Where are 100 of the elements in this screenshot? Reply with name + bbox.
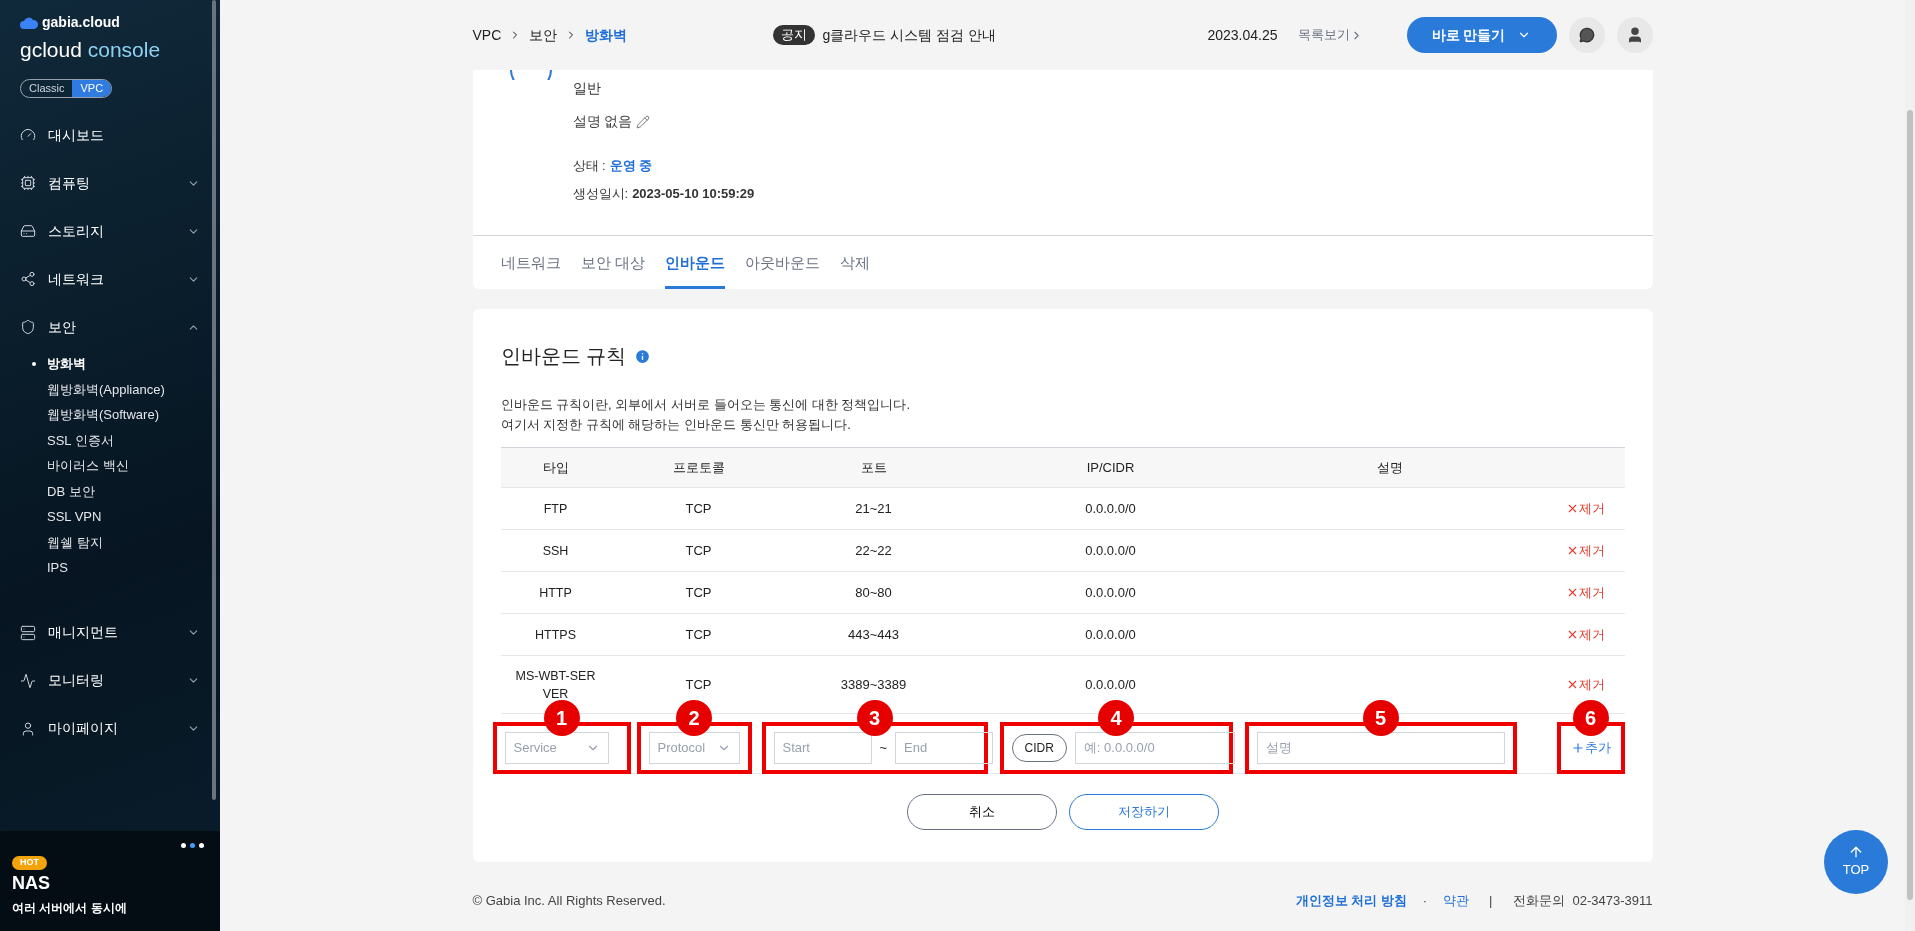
submenu-item[interactable]: 웹방화벽(Software): [0, 402, 220, 428]
description-text: 설명 없음: [572, 112, 633, 131]
tab[interactable]: 보안 대상: [580, 251, 645, 289]
menu-item[interactable]: 컴퓨팅: [0, 159, 220, 208]
table-cell-text: HTTP: [538, 584, 573, 602]
submenu-item[interactable]: DB 보안: [0, 478, 220, 505]
menu-item-icon: [20, 175, 36, 192]
callout-number: 2: [676, 699, 712, 736]
tab[interactable]: 삭제: [839, 251, 870, 289]
info-icon: [634, 347, 652, 365]
tab[interactable]: 인바운드: [664, 251, 725, 289]
chat-button[interactable]: [1568, 17, 1605, 53]
submenu-item[interactable]: SSL VPN: [0, 504, 220, 530]
plus-icon: [1570, 740, 1585, 755]
brand-name: gabia.cloud: [42, 13, 120, 32]
menu-item[interactable]: 네트워크: [0, 255, 220, 304]
table-cell-text: HTTPS: [534, 626, 577, 644]
product-suffix: console: [87, 38, 161, 61]
table-cell-text: 0.0.0.0/0: [1084, 583, 1137, 602]
add-link[interactable]: 추가: [1570, 737, 1611, 758]
footer-dot: ·: [1422, 892, 1428, 911]
table-cell-text: SSH: [541, 542, 570, 560]
notice-date: 2023.04.25: [1207, 25, 1278, 45]
submenu-item[interactable]: 방화벽: [0, 351, 220, 377]
tab[interactable]: 아웃바운드: [744, 251, 820, 289]
promo-banner[interactable]: HOT NAS 여러 서버에서 동시에: [0, 831, 220, 931]
table-cell-text: TCP: [684, 499, 713, 518]
menu-item-label: 모니터링: [48, 671, 105, 691]
hot-badge: HOT: [12, 856, 47, 870]
banner-text: 여러 서버에서 동시에: [12, 899, 128, 917]
table-cell-text: TCP: [684, 583, 713, 602]
phone-label: 전화문의: [1512, 892, 1565, 911]
submenu-item[interactable]: 바이러스 백신: [0, 453, 220, 479]
notice-list-link[interactable]: 목록보기: [1297, 25, 1363, 45]
menu-item-label: 마이페이지: [48, 719, 119, 739]
menu-item[interactable]: 마이페이지: [0, 704, 220, 753]
terms-link[interactable]: 약관: [1443, 891, 1470, 911]
menu-item[interactable]: 매니지먼트: [0, 608, 220, 657]
mode-toggle-option[interactable]: Classic: [21, 80, 73, 97]
created-value: 2023-05-10 10:59:29: [632, 184, 755, 203]
callout-number: 1: [543, 699, 580, 736]
remove-link[interactable]: 제거: [1565, 624, 1605, 645]
submenu-item[interactable]: IPS: [0, 555, 220, 581]
create-button[interactable]: 바로 만들기: [1406, 17, 1557, 53]
status-label: 상태 :: [572, 157, 606, 175]
table-cell-text: TCP: [684, 625, 713, 644]
notice-badge: 공지: [772, 25, 815, 45]
description-field[interactable]: 설명: [1256, 731, 1505, 764]
status-value: 운영 중: [609, 157, 653, 175]
breadcrumb-link[interactable]: 방화벽: [585, 24, 628, 46]
menu-item-icon: [20, 223, 36, 240]
top-button[interactable]: TOP: [1824, 830, 1888, 894]
port-end-field[interactable]: End: [895, 731, 994, 764]
menu-item[interactable]: 스토리지: [0, 207, 220, 256]
notice-link[interactable]: g클라우드 시스템 점검 안내: [822, 24, 996, 46]
port-separator: ~: [879, 738, 888, 757]
footer-separator: |: [1489, 892, 1493, 911]
port-start-field[interactable]: Start: [773, 731, 872, 764]
table-cell-text: 443~443: [847, 625, 900, 644]
tab[interactable]: 네트워크: [500, 251, 561, 289]
remove-link[interactable]: 제거: [1565, 540, 1605, 561]
table-cell-text: 21~21: [854, 499, 893, 518]
submenu-item[interactable]: 웹방화벽(Appliance): [0, 376, 220, 403]
table-cell-text: TCP: [684, 541, 713, 560]
remove-link[interactable]: 제거: [1565, 674, 1605, 695]
table-cell-text: 0.0.0.0/0: [1084, 541, 1137, 560]
table-cell-text: 22~22: [854, 541, 893, 560]
table-cell-text: TCP: [684, 675, 713, 694]
ip-field[interactable]: 예: 0.0.0.0/0: [1074, 731, 1235, 764]
table-cell-text: FTP: [542, 500, 569, 518]
submenu-item[interactable]: SSL 인증서: [0, 427, 220, 454]
menu-item-label: 네트워크: [48, 269, 105, 289]
user-button[interactable]: [1616, 17, 1653, 53]
chat-icon: [1578, 27, 1595, 43]
remove-link[interactable]: 제거: [1565, 582, 1605, 603]
table-cell-text: 0.0.0.0/0: [1084, 499, 1137, 518]
menu-item[interactable]: 모니터링: [0, 656, 220, 705]
privacy-link[interactable]: 개인정보 처리 방침: [1295, 891, 1407, 911]
column-header: 타입: [541, 458, 570, 477]
column-header: 설명: [1375, 458, 1404, 477]
submenu-item[interactable]: 웹쉘 탐지: [0, 529, 220, 556]
remove-link[interactable]: 제거: [1565, 498, 1605, 519]
menu-item-icon: [20, 672, 36, 689]
callout-number: 5: [1362, 699, 1399, 736]
column-header: 프로토콜: [671, 458, 726, 477]
phone-number: 02-3473-3911: [1572, 892, 1653, 911]
column-header: IP/CIDR: [1085, 458, 1136, 477]
menu-item[interactable]: 대시보드: [0, 111, 220, 160]
section-description: 인바운드 규칙이란, 외부에서 서버로 들어오는 통신에 대한 정책입니다.: [500, 396, 911, 414]
breadcrumb-link[interactable]: VPC: [472, 24, 502, 46]
section-description: 여기서 지정한 규칙에 해당하는 인바운드 통신만 허용됩니다.: [500, 416, 852, 434]
callout-number: 3: [856, 699, 893, 736]
menu-item-icon: [20, 271, 36, 288]
menu-item-label: 컴퓨팅: [48, 173, 91, 193]
breadcrumb-link[interactable]: 보안: [529, 24, 558, 46]
section-title: 인바운드 규칙: [500, 344, 627, 369]
callout-number: 4: [1098, 699, 1134, 736]
callout-number: 6: [1572, 699, 1609, 736]
mode-toggle-option[interactable]: VPC: [72, 80, 112, 97]
menu-item[interactable]: 보안: [0, 303, 220, 352]
